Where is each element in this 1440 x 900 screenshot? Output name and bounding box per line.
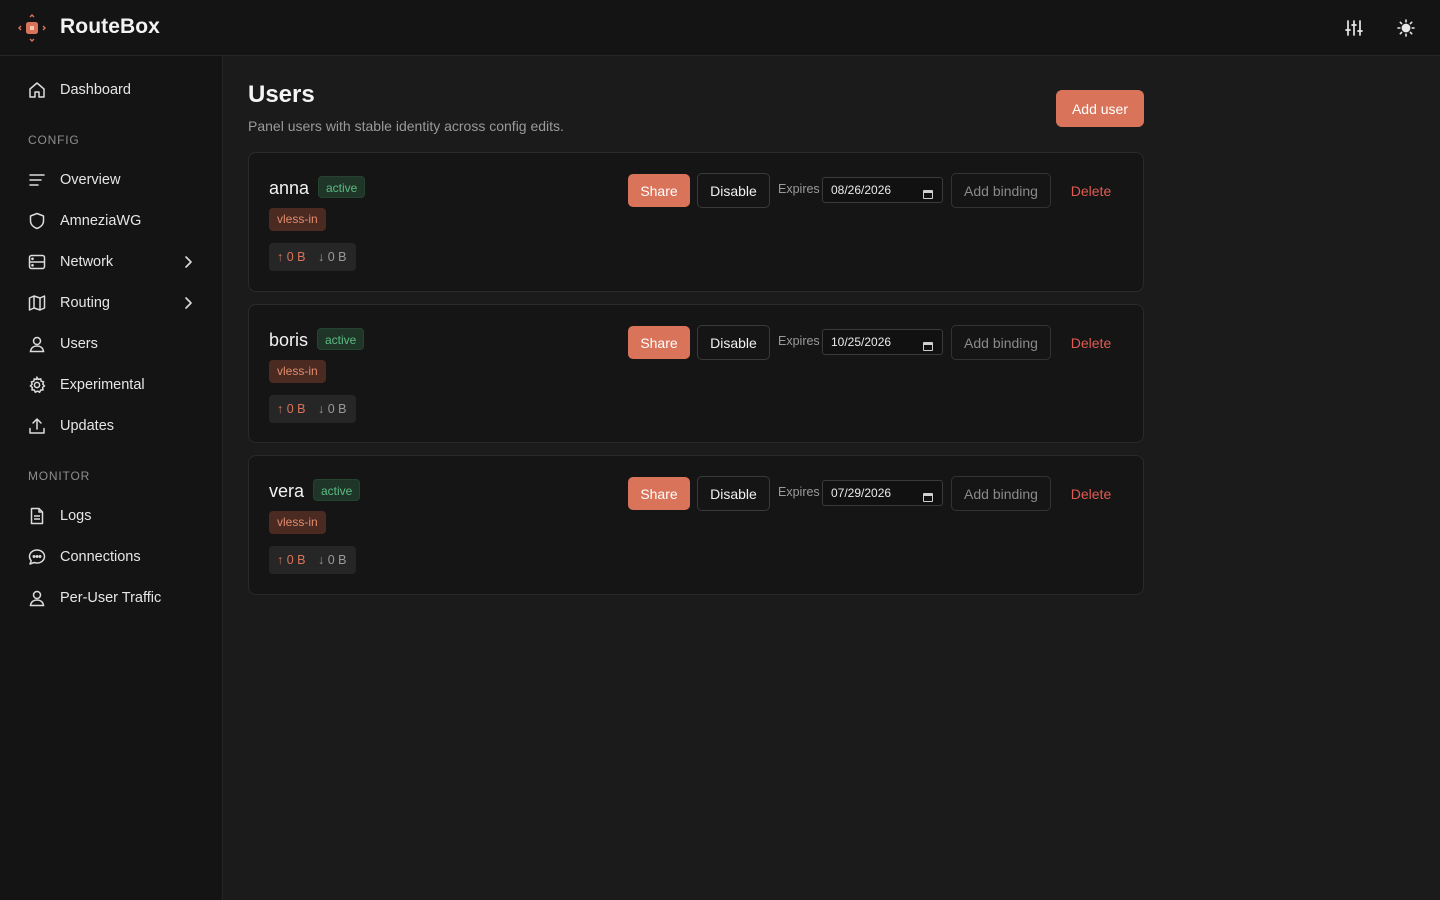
disable-button[interactable]: Disable (697, 325, 770, 360)
chevron-right-icon[interactable] (180, 254, 196, 270)
binding-tag[interactable]: vless-in (269, 511, 326, 534)
sliders-icon[interactable] (1342, 16, 1366, 40)
calendar-icon[interactable] (922, 336, 934, 351)
user-card: boris active vless-in ↑ 0 B ↓ 0 B Share … (248, 304, 1144, 443)
gear-icon (28, 376, 46, 394)
user-icon (28, 589, 46, 607)
file-icon (28, 507, 46, 525)
sidebar-item-network[interactable]: Network (16, 244, 208, 280)
share-button[interactable]: Share (628, 174, 690, 207)
sidebar-item-routing[interactable]: Routing (16, 285, 208, 321)
expires-date-input[interactable]: 10/25/2026 (822, 329, 943, 355)
sidebar-item-label: Routing (60, 295, 110, 311)
user-name: vera (269, 481, 305, 501)
sidebar-item-experimental[interactable]: Experimental (16, 367, 208, 403)
sidebar-item-label: Dashboard (60, 82, 131, 98)
delete-button[interactable]: Delete (1061, 173, 1121, 208)
app-title: RouteBox (60, 15, 160, 38)
section-title-monitor: MONITOR (28, 469, 91, 483)
map-icon (28, 294, 46, 312)
binding-tag[interactable]: vless-in (269, 208, 326, 231)
server-icon (28, 253, 46, 271)
chevron-right-icon[interactable] (180, 295, 196, 311)
traffic-counter: ↑ 0 B ↓ 0 B (269, 395, 356, 423)
calendar-icon[interactable] (922, 487, 934, 502)
expires-date-value: 08/26/2026 (831, 183, 892, 197)
expires-date-input[interactable]: 08/26/2026 (822, 177, 943, 203)
status-badge: active (318, 176, 366, 198)
user-card: anna active vless-in ↑ 0 B ↓ 0 B Share D… (248, 152, 1144, 292)
sidebar-item-label: Network (60, 254, 114, 270)
sidebar-item-label: Overview (60, 172, 121, 188)
sidebar-item-label: Logs (60, 508, 92, 524)
sidebar-item-updates[interactable]: Updates (16, 408, 208, 444)
sidebar-item-label: AmneziaWG (60, 213, 142, 229)
sidebar-item-per-user-traffic[interactable]: Per-User Traffic (16, 580, 208, 616)
share-button[interactable]: Share (628, 326, 690, 359)
page-title: Users (248, 81, 315, 108)
lines-icon (28, 171, 46, 189)
download-traffic: ↓ 0 B (318, 402, 347, 416)
sidebar-item-overview[interactable]: Overview (16, 162, 208, 198)
expires-label: Expires (778, 334, 820, 348)
add-binding-button[interactable]: Add binding (951, 325, 1051, 360)
user-name: boris (269, 330, 309, 350)
sidebar-item-dashboard[interactable]: Dashboard (16, 72, 208, 108)
add-user-button[interactable]: Add user (1056, 90, 1144, 127)
traffic-counter: ↑ 0 B ↓ 0 B (269, 243, 356, 271)
upload-icon (28, 417, 46, 435)
sidebar: Dashboard CONFIG Overview AmneziaWG Netw… (0, 56, 223, 900)
sidebar-item-label: Updates (60, 418, 115, 434)
sidebar-item-label: Users (60, 336, 98, 352)
chat-icon (28, 548, 46, 566)
shield-icon (28, 212, 46, 230)
add-binding-button[interactable]: Add binding (951, 476, 1051, 511)
share-button[interactable]: Share (628, 477, 690, 510)
delete-button[interactable]: Delete (1061, 476, 1121, 511)
user-card: vera active vless-in ↑ 0 B ↓ 0 B Share D… (248, 455, 1144, 595)
expires-date-value: 07/29/2026 (831, 486, 892, 500)
page-subtitle: Panel users with stable identity across … (248, 118, 564, 134)
user-icon (28, 335, 46, 353)
traffic-counter: ↑ 0 B ↓ 0 B (269, 546, 356, 574)
sidebar-item-label: Per-User Traffic (60, 590, 162, 606)
user-name: anna (269, 178, 310, 198)
routebox-logo-icon[interactable] (16, 12, 48, 44)
upload-traffic: ↑ 0 B (277, 553, 306, 567)
binding-tag[interactable]: vless-in (269, 360, 326, 383)
expires-label: Expires (778, 182, 820, 196)
add-binding-button[interactable]: Add binding (951, 173, 1051, 208)
upload-traffic: ↑ 0 B (277, 250, 306, 264)
delete-button[interactable]: Delete (1061, 325, 1121, 360)
sun-icon[interactable] (1394, 16, 1418, 40)
sidebar-item-logs[interactable]: Logs (16, 498, 208, 534)
calendar-icon[interactable] (922, 184, 934, 199)
expires-date-value: 10/25/2026 (831, 335, 892, 349)
download-traffic: ↓ 0 B (318, 250, 347, 264)
sidebar-item-users[interactable]: Users (16, 326, 208, 362)
status-badge: active (317, 328, 365, 350)
top-bar: RouteBox (0, 0, 1440, 56)
section-title-config: CONFIG (28, 133, 80, 147)
expires-date-input[interactable]: 07/29/2026 (822, 480, 943, 506)
upload-traffic: ↑ 0 B (277, 402, 306, 416)
disable-button[interactable]: Disable (697, 173, 770, 208)
sidebar-item-label: Connections (60, 549, 141, 565)
status-badge: active (313, 479, 361, 501)
download-traffic: ↓ 0 B (318, 553, 347, 567)
home-icon (28, 81, 46, 99)
expires-label: Expires (778, 485, 820, 499)
sidebar-item-amneziawg[interactable]: AmneziaWG (16, 203, 208, 239)
sidebar-item-connections[interactable]: Connections (16, 539, 208, 575)
sidebar-item-label: Experimental (60, 377, 145, 393)
disable-button[interactable]: Disable (697, 476, 770, 511)
